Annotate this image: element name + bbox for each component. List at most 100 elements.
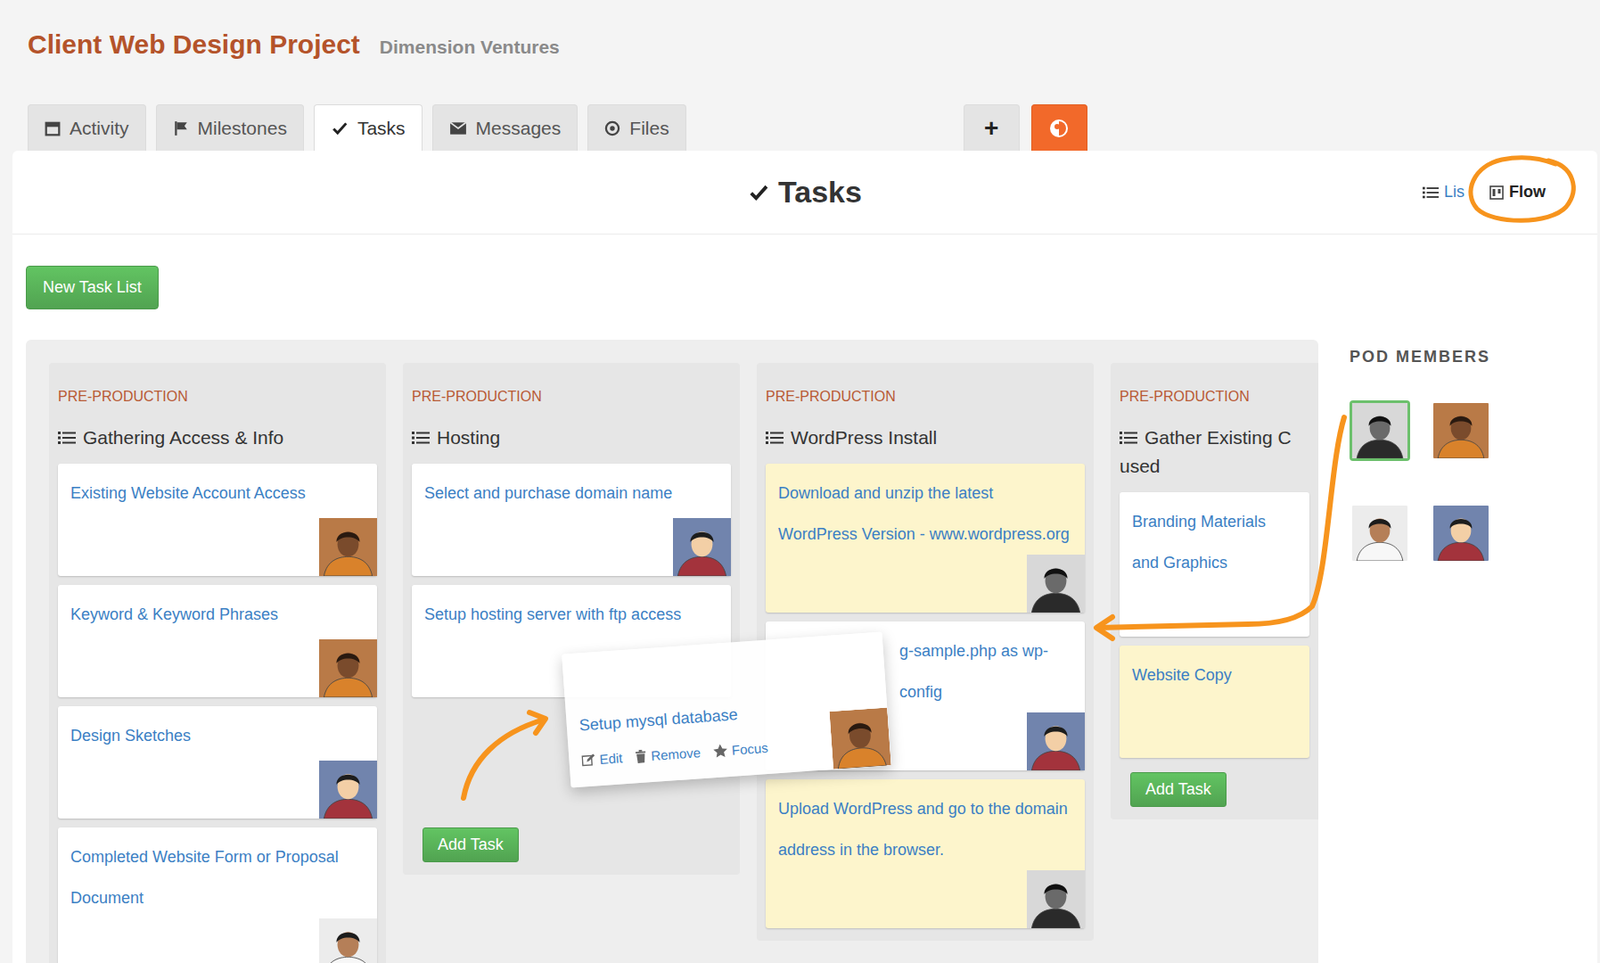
board-row: PRE-PRODUCTION Gathering Access & Info Exi…: [25, 339, 1598, 963]
panel-header: Tasks Lis Flow: [12, 150, 1598, 235]
nav-tab[interactable]: Tasks: [313, 104, 423, 151]
pod-member[interactable]: [1430, 400, 1492, 461]
phase-label: PRE-PRODUCTION: [765, 387, 1085, 406]
task-card[interactable]: Design Sketches: [57, 705, 378, 819]
check-icon: [330, 120, 349, 137]
task-card[interactable]: Keyword & Keyword Phrases: [57, 584, 378, 698]
pod-member[interactable]: [1349, 400, 1411, 461]
pod-member[interactable]: [1430, 502, 1492, 564]
action-label: Focus: [730, 737, 769, 760]
task-card[interactable]: Select and purchase domain name: [411, 463, 731, 576]
tab-bar: Activity Milestones Tasks Messages Files +: [0, 104, 1600, 151]
title-text: used: [1119, 451, 1161, 481]
list-icon: [411, 430, 430, 445]
task-title[interactable]: Completed Website Form or Proposal Docum…: [57, 827, 378, 919]
view-toggle[interactable]: Lis: [1422, 180, 1465, 205]
phase-label: PRE-PRODUCTION: [411, 387, 731, 406]
dragged-task-card[interactable]: Setup mysql database Edit Remove Focus: [561, 631, 892, 788]
assignee-avatar: [1352, 402, 1408, 459]
star-icon: [712, 743, 728, 758]
flag-icon: [172, 120, 189, 137]
task-title[interactable]: Design Sketches: [57, 705, 378, 756]
action-label: Edit: [598, 747, 624, 770]
pencil-icon: [581, 753, 596, 768]
annotation-circle: [1466, 153, 1583, 225]
pod-member[interactable]: [1349, 502, 1411, 564]
project-title: Client Web Design Project: [27, 28, 361, 61]
assignee-avatar: [1433, 402, 1489, 459]
task-card[interactable]: Branding Materials and Graphics: [1119, 492, 1310, 637]
task-title[interactable]: Upload WordPress and go to the domain ad…: [765, 779, 1085, 870]
toolbar: +: [963, 104, 1088, 151]
phase-label: PRE-PRODUCTION: [57, 387, 378, 406]
task-list-title[interactable]: Gather Existing Cused: [1119, 423, 1310, 481]
title-line: Gathering Access & Info: [57, 423, 378, 452]
task-title[interactable]: Select and purchase domain name: [411, 463, 731, 514]
task-card[interactable]: Completed Website Form or Proposal Docum…: [57, 827, 378, 963]
nav-tab[interactable]: Activity: [27, 104, 147, 151]
task-title[interactable]: Setup hosting server with ftp access: [411, 584, 731, 635]
task-list-title[interactable]: Hosting: [411, 423, 731, 452]
title-text: Gather Existing C: [1144, 423, 1292, 452]
tab-label: Activity: [69, 114, 130, 143]
assignee-avatar: [672, 517, 731, 576]
tab-label: Milestones: [197, 114, 288, 143]
task-title[interactable]: Download and unzip the latest WordPress …: [765, 463, 1085, 555]
board-icon: [1489, 185, 1504, 200]
task-card[interactable]: Website Copy: [1119, 645, 1310, 758]
view-label: Lis: [1444, 180, 1465, 205]
tab-label: Messages: [475, 114, 562, 143]
assignee-avatar: [1026, 869, 1085, 928]
task-card[interactable]: Existing Website Account Access: [57, 463, 378, 576]
task-card[interactable]: Upload WordPress and go to the domain ad…: [765, 779, 1085, 928]
assignee-avatar: [1026, 554, 1085, 613]
trash-icon: [634, 749, 648, 764]
view-toggle[interactable]: Flow: [1489, 180, 1546, 205]
task-title[interactable]: Setup mysql database: [578, 694, 823, 739]
view-label: Flow: [1509, 180, 1546, 205]
task-list-column: PRE-PRODUCTION Hosting Select and purchase…: [402, 362, 740, 875]
list-icon: [765, 430, 784, 445]
new-task-list-button[interactable]: New Task List: [25, 265, 159, 310]
pod-title: POD MEMBERS: [1349, 344, 1492, 370]
task-list-column: PRE-PRODUCTION Gather Existing Cused Brand…: [1110, 362, 1319, 820]
pod-button[interactable]: [1031, 104, 1088, 151]
task-list-column: PRE-PRODUCTION Gathering Access & Info Exi…: [49, 362, 386, 963]
tasks-panel: Tasks Lis Flow New Task List PRE-PRODUCTION…: [12, 150, 1598, 963]
panel-body: New Task List PRE-PRODUCTION Gathering Acc…: [12, 234, 1598, 963]
task-list-title[interactable]: WordPress Install: [765, 423, 1085, 452]
client-name[interactable]: Dimension Ventures: [379, 32, 560, 62]
assignee-avatar: [828, 706, 891, 769]
task-title[interactable]: Website Copy: [1119, 645, 1310, 696]
task-action[interactable]: Edit: [581, 747, 624, 772]
task-title[interactable]: Branding Materials and Graphics: [1119, 492, 1310, 583]
add-button[interactable]: +: [963, 104, 1020, 151]
task-card[interactable]: Download and unzip the latest WordPress …: [765, 463, 1085, 613]
add-task-button[interactable]: Add Task: [422, 827, 519, 862]
tab-label: Files: [629, 114, 669, 143]
title-line: WordPress Install: [765, 423, 1085, 452]
nav-tab[interactable]: Files: [587, 104, 686, 151]
task-action[interactable]: Remove: [634, 742, 702, 768]
title-line: Gather Existing C: [1119, 423, 1310, 452]
nav-tab[interactable]: Milestones: [155, 104, 304, 151]
task-action[interactable]: Focus: [712, 737, 769, 762]
task-actions: Edit Remove Focus: [581, 733, 826, 771]
task-title[interactable]: Existing Website Account Access: [57, 463, 378, 514]
panel-title: Tasks: [747, 169, 862, 215]
assignee-avatar: [1026, 712, 1085, 771]
nav-tab[interactable]: Messages: [432, 104, 579, 151]
title-line: used: [1119, 451, 1310, 481]
add-task-button[interactable]: Add Task: [1130, 771, 1227, 807]
list-icon: [1119, 430, 1138, 445]
annotation-overlay: [0, 0, 1600, 963]
card-spacer: [1119, 582, 1310, 637]
title-text: WordPress Install: [790, 423, 937, 452]
task-title[interactable]: Keyword & Keyword Phrases: [57, 584, 378, 635]
phase-label: PRE-PRODUCTION: [1119, 387, 1310, 406]
task-list-title[interactable]: Gathering Access & Info: [57, 423, 378, 452]
action-label: Remove: [649, 742, 701, 766]
annotation-arrow: [463, 719, 544, 798]
assignee-avatar: [319, 639, 378, 698]
assignee-avatar: [1433, 505, 1489, 561]
